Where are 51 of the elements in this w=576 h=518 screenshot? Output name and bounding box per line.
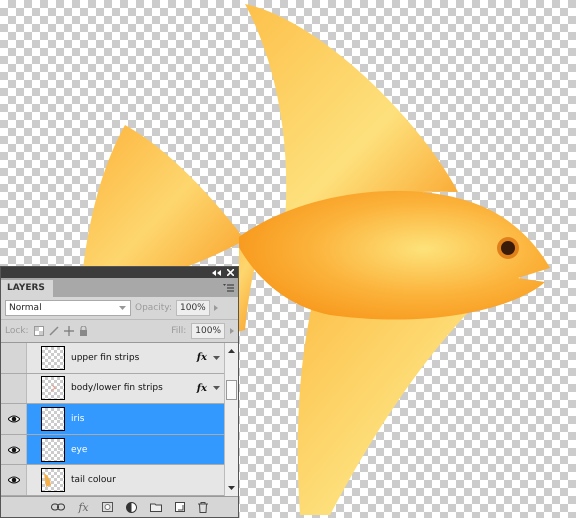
layer-row[interactable]: tail colour <box>27 465 224 495</box>
opacity-field[interactable]: 100% <box>176 300 210 316</box>
layer-name: body/lower fin strips <box>71 383 164 394</box>
scroll-up-icon[interactable] <box>228 349 235 353</box>
lock-label: Lock: <box>5 326 29 336</box>
visibility-toggle[interactable] <box>1 343 27 373</box>
layer-row[interactable]: body/lower fin strips fx <box>27 374 224 404</box>
folder-icon[interactable] <box>150 502 162 512</box>
layers-tab[interactable]: LAYERS <box>1 280 53 297</box>
layer-thumbnail <box>41 438 65 462</box>
caret-icon[interactable] <box>213 386 220 390</box>
layer-row[interactable]: upper fin strips fx <box>27 343 224 373</box>
move-icon[interactable] <box>64 326 74 336</box>
visibility-toggle[interactable] <box>1 374 27 404</box>
layer-thumbnail <box>41 468 65 492</box>
layer-name: upper fin strips <box>71 352 140 363</box>
visibility-toggle[interactable] <box>1 434 27 464</box>
layer-name: eye <box>71 444 88 455</box>
add-style-button[interactable]: fx <box>78 500 89 514</box>
scroll-down-icon[interactable] <box>228 486 235 490</box>
panel-menu-icon[interactable] <box>223 284 234 292</box>
link-icon[interactable] <box>51 503 66 511</box>
caret-icon[interactable] <box>213 356 220 360</box>
slider-arrow-icon[interactable] <box>230 328 234 334</box>
trash-icon[interactable] <box>198 502 208 512</box>
mask-icon[interactable] <box>102 502 113 512</box>
caret-icon <box>119 306 126 310</box>
layer-thumbnail <box>41 346 65 370</box>
new-layer-icon[interactable] <box>174 502 185 512</box>
fx-label: fx <box>196 352 207 364</box>
blend-mode-dropdown[interactable]: Normal <box>5 300 131 316</box>
opacity-label: Opacity: <box>135 303 172 313</box>
scroll-thumb[interactable] <box>226 380 237 400</box>
layer-thumbnail <box>41 376 65 400</box>
eye-icon <box>8 414 20 423</box>
close-icon[interactable] <box>227 269 234 276</box>
fill-field[interactable]: 100% <box>191 323 225 339</box>
eye-icon <box>8 446 20 454</box>
layer-name: iris <box>71 414 86 424</box>
layer-thumbnail <box>41 406 65 431</box>
lock-transparency-icon[interactable] <box>34 326 44 336</box>
layer-name: tail colour <box>71 475 117 486</box>
visibility-toggle[interactable] <box>1 465 27 495</box>
slider-arrow-icon[interactable] <box>214 305 218 311</box>
scrollbar[interactable] <box>224 343 238 496</box>
fill-label: Fill: <box>171 326 186 336</box>
eye-icon <box>8 476 20 484</box>
fx-label: fx <box>196 382 207 394</box>
adjustment-icon[interactable] <box>126 502 137 512</box>
collapse-icon[interactable] <box>212 270 221 276</box>
visibility-toggle[interactable] <box>1 404 27 434</box>
